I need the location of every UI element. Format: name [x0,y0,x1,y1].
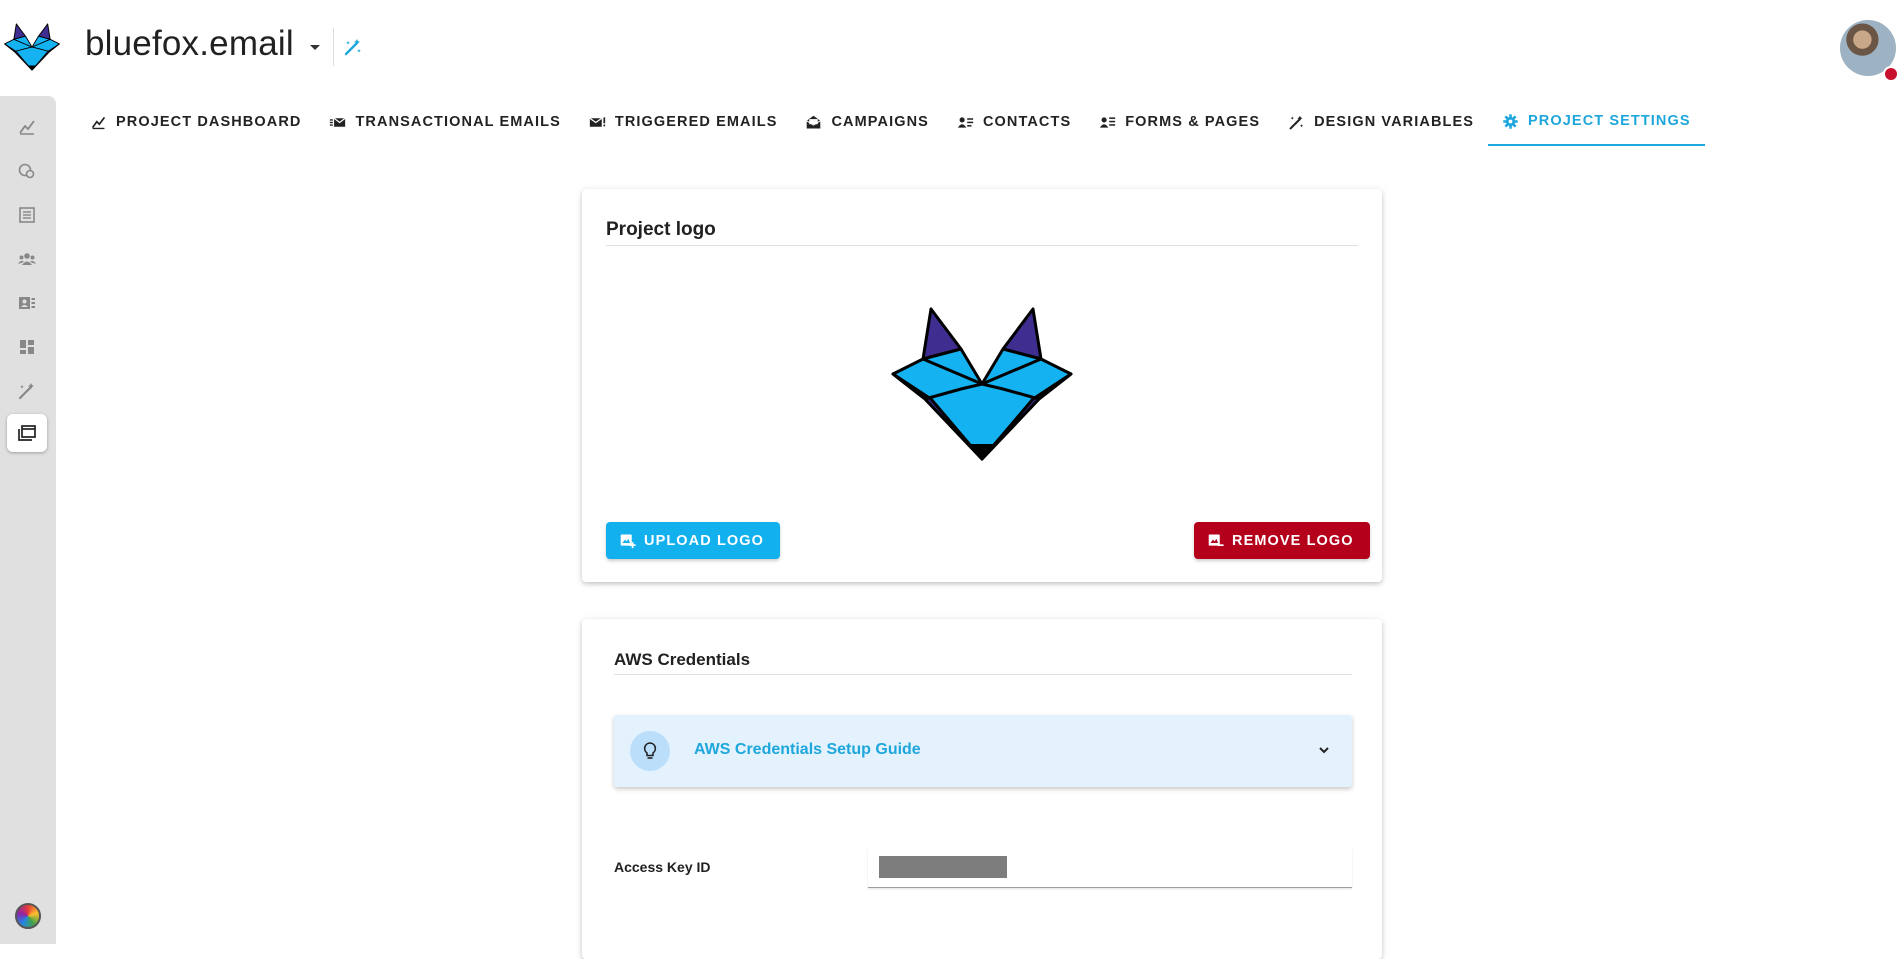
project-tabs: PROJECT DASHBOARD TRANSACTIONAL EMAILS T… [76,98,1705,146]
design-tools-icon[interactable] [343,37,363,57]
tab-label: CAMPAIGNS [831,114,929,130]
gear-icon [1503,113,1518,129]
aws-credentials-card: AWS Credentials AWS Credentials Setup Gu… [582,619,1382,959]
chevron-down-icon[interactable] [1315,741,1333,759]
tab-project-dashboard[interactable]: PROJECT DASHBOARD [76,98,315,146]
tab-label: PROJECT DASHBOARD [116,114,302,130]
project-logo-title: Project logo [606,219,716,240]
project-logo-preview [891,307,1073,461]
redacted-value-mask [879,856,1007,878]
forms-icon [1100,116,1116,128]
tab-label: TRIGGERED EMAILS [614,114,778,130]
rail-chart-icon[interactable] [14,114,40,140]
upload-logo-button[interactable]: UPLOAD LOGO [606,522,781,559]
fast-mail-icon [330,117,346,127]
rail-people-icon[interactable] [14,246,40,272]
caret-down-icon[interactable] [308,40,322,54]
card-divider [606,245,1358,246]
rail-folders-icon[interactable] [7,414,47,452]
tab-forms-pages[interactable]: FORMS & PAGES [1085,98,1274,146]
tab-label: DESIGN VARIABLES [1314,114,1475,130]
left-rail [0,96,56,944]
mail-alert-icon [589,116,606,127]
image-remove-icon [1208,534,1224,547]
project-title: bluefox.email [85,24,294,63]
tab-triggered-emails[interactable]: TRIGGERED EMAILS [575,98,792,146]
remove-logo-label: REMOVE LOGO [1232,532,1354,549]
upload-logo-label: UPLOAD LOGO [644,532,765,549]
project-logo-card: Project logo UPLOAD LOGO REMOVE LOGO [582,189,1382,582]
image-add-icon [620,534,636,549]
aws-credentials-title: AWS Credentials [614,650,751,669]
tab-label: PROJECT SETTINGS [1528,113,1691,129]
tab-project-settings[interactable]: PROJECT SETTINGS [1488,98,1705,146]
tab-transactional-emails[interactable]: TRANSACTIONAL EMAILS [315,98,574,146]
chart-icon [91,116,106,129]
lightbulb-icon [630,731,670,771]
tab-campaigns[interactable]: CAMPAIGNS [791,98,942,146]
rail-wand-icon[interactable] [14,378,40,404]
contacts-list-icon [957,116,974,128]
rail-list-icon[interactable] [14,202,40,228]
aws-setup-guide-title: AWS Credentials Setup Guide [694,741,921,758]
tab-label: CONTACTS [982,114,1072,130]
wand-icon [1289,115,1304,129]
notification-badge-icon [1883,66,1899,82]
tab-contacts[interactable]: CONTACTS [943,98,1085,146]
rail-id-card-icon[interactable] [14,290,40,316]
tab-design-variables[interactable]: DESIGN VARIABLES [1274,98,1488,146]
workspace-avatar-icon[interactable] [15,903,41,929]
aws-setup-guide-expander[interactable]: AWS Credentials Setup Guide [614,715,1352,787]
bluefox-logo-icon[interactable] [4,20,60,74]
open-mail-icon [806,115,822,128]
remove-logo-button[interactable]: REMOVE LOGO [1194,522,1370,559]
tab-label: TRANSACTIONAL EMAILS [355,114,561,130]
card-divider [614,674,1352,675]
rail-dashboard-icon[interactable] [14,334,40,360]
access-key-id-label: Access Key ID [614,859,711,875]
rail-bubbles-icon[interactable] [14,158,40,184]
top-bar: bluefox.email [0,0,1901,96]
title-divider [333,28,334,66]
tab-label: FORMS & PAGES [1125,114,1261,130]
